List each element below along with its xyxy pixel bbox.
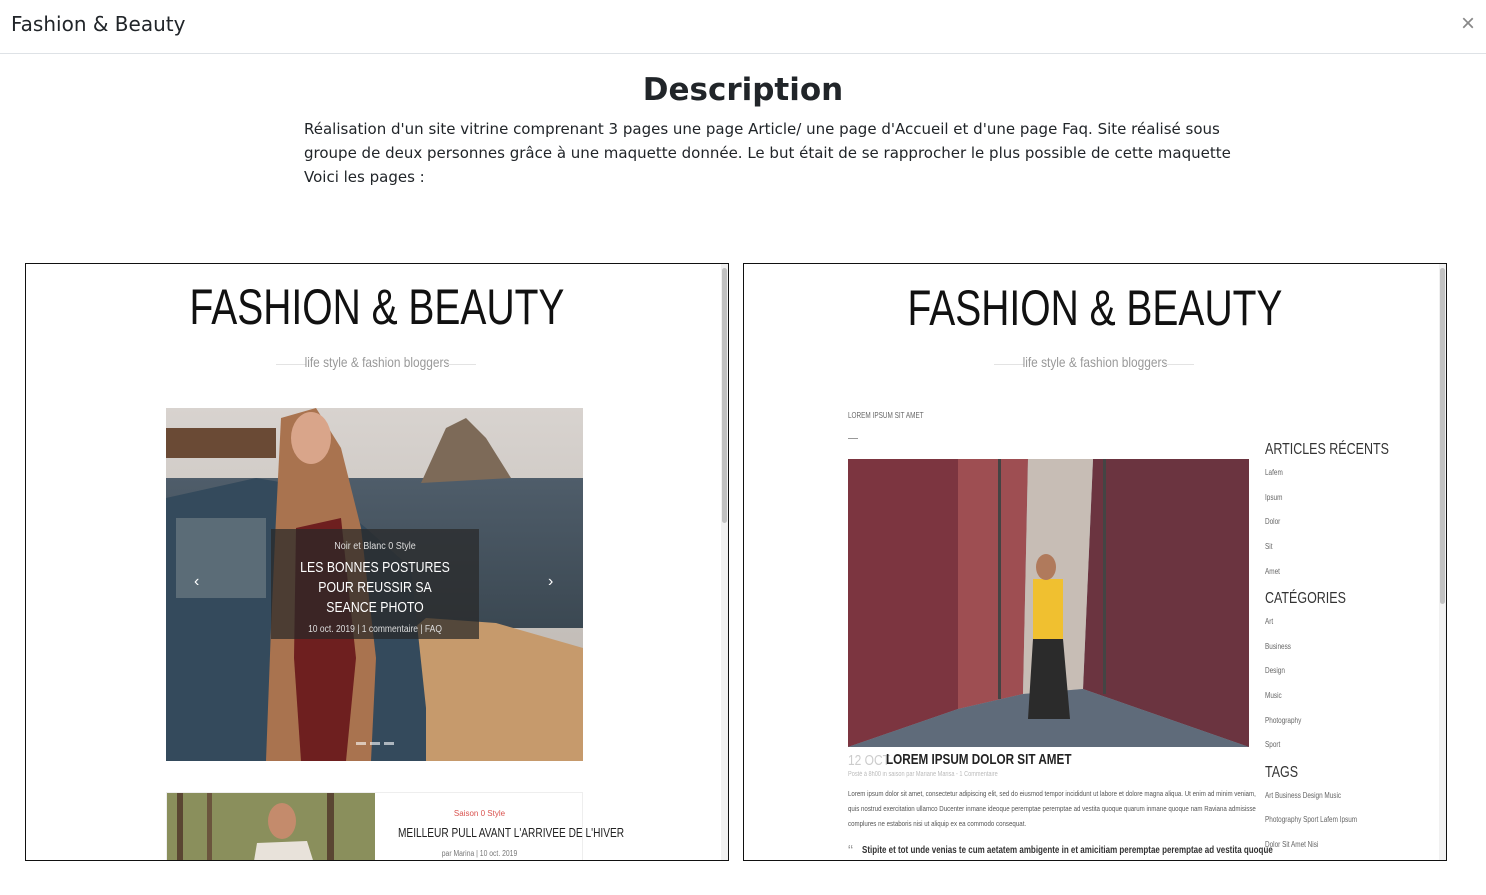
sidebar-recent-item[interactable]: Sit xyxy=(1265,542,1272,551)
article-tagline: life style & fashion bloggers xyxy=(1022,354,1168,370)
post-date: 12 OCT xyxy=(848,752,891,769)
sidebar-recent-heading: ARTICLES RÉCENTS xyxy=(1265,441,1389,458)
sidebar-recent-item[interactable]: Dolor xyxy=(1265,517,1280,526)
card-image xyxy=(167,793,375,860)
sidebar-category-item[interactable]: Photography xyxy=(1265,716,1301,725)
article-brand-logo: FASHION & BEAUTY xyxy=(907,280,1283,336)
card-title: MEILLEUR PULL AVANT L'ARRIVEE DE L'HIVER xyxy=(397,825,625,840)
sidebar-category-item[interactable]: Design xyxy=(1265,666,1285,675)
sidebar-category-item[interactable]: Sport xyxy=(1265,740,1280,749)
slider-dot[interactable] xyxy=(370,742,380,745)
article-hero-image xyxy=(848,459,1249,747)
home-scrollbar[interactable] xyxy=(721,264,728,860)
breadcrumb-rule xyxy=(848,438,858,439)
sidebar-tags-line[interactable]: Photography Sport Lafem Ipsum xyxy=(1265,815,1357,824)
sidebar-tags-line[interactable]: Art Business Design Music xyxy=(1265,791,1341,800)
description-line-3: Voici les pages : xyxy=(304,168,425,186)
post-quote: Stipite et tot unde venias te cum aetate… xyxy=(862,845,1273,856)
modal-title: Fashion & Beauty xyxy=(11,12,186,36)
sidebar-category-item[interactable]: Music xyxy=(1265,691,1282,700)
slider-next-icon[interactable]: › xyxy=(548,573,553,591)
article-scrollbar[interactable] xyxy=(1439,264,1446,860)
sidebar-recent-item[interactable]: Lafem xyxy=(1265,468,1283,477)
description-line-1: Réalisation d'un site vitrine comprenant… xyxy=(304,120,1220,138)
home-brand-logo: FASHION & BEAUTY xyxy=(189,279,565,335)
sidebar-tags-line[interactable]: Dolor Sit Amet Nisi xyxy=(1265,840,1318,849)
article-breadcrumb: LOREM IPSUM SIT AMET xyxy=(848,411,924,420)
slide-title-line-2: SEANCE PHOTO xyxy=(326,599,424,616)
home-page-screenshot[interactable]: FASHION & BEAUTY life style & fashion bl… xyxy=(25,263,729,861)
sidebar-category-item[interactable]: Business xyxy=(1265,642,1291,651)
post-title: LOREM IPSUM DOLOR SIT AMET xyxy=(886,751,1072,768)
sidebar-category-item[interactable]: Art xyxy=(1265,617,1273,626)
close-button[interactable]: × xyxy=(1458,10,1478,38)
slide-title-line-1: LES BONNES POSTURES POUR REUSSIR SA xyxy=(300,559,450,596)
card-category: Saison 0 Style xyxy=(453,809,506,818)
home-scroll-thumb[interactable] xyxy=(722,268,727,523)
description-heading: Description xyxy=(642,72,844,108)
post-meta: Posté à 8h00 in saison par Mariane Maris… xyxy=(848,771,998,778)
home-tagline: life style & fashion bloggers xyxy=(304,354,450,370)
post-body-line-3: complures ne estaboris nisi ut aliquip e… xyxy=(848,819,1027,828)
description-line-2: groupe de deux personnes grâce à une maq… xyxy=(304,144,1231,162)
sidebar-recent-item[interactable]: Amet xyxy=(1265,567,1280,576)
article-page-screenshot[interactable]: FASHION & BEAUTY life style & fashion bl… xyxy=(743,263,1447,861)
home-slider[interactable]: Noir et Blanc 0 Style LES BONNES POSTURE… xyxy=(166,408,583,761)
tagline-rule-right xyxy=(446,364,476,365)
home-article-card[interactable]: Saison 0 Style MEILLEUR PULL AVANT L'ARR… xyxy=(166,792,625,860)
article-scroll-thumb[interactable] xyxy=(1440,268,1445,604)
quote-icon: “ xyxy=(848,842,853,859)
sidebar-recent-item[interactable]: Ipsum xyxy=(1265,493,1282,502)
slider-prev-icon[interactable]: ‹ xyxy=(194,573,199,591)
post-body-line-1: Lorem ipsum dolor sit amet, consectetur … xyxy=(848,789,1256,798)
slide-meta: 10 oct. 2019 | 1 commentaire | FAQ xyxy=(308,624,442,635)
slider-dot[interactable] xyxy=(356,742,366,745)
sidebar-categories-heading: CATÉGORIES xyxy=(1265,590,1346,607)
post-body-line-2: quis nostrud exercitation ullamco Ducent… xyxy=(848,804,1256,813)
slide-caption[interactable]: Noir et Blanc 0 Style LES BONNES POSTURE… xyxy=(271,529,479,639)
modal-header: Fashion & Beauty × xyxy=(0,0,1486,54)
slider-indicators[interactable] xyxy=(356,742,394,745)
sidebar-tags-heading: TAGS xyxy=(1265,764,1299,781)
slide-category: Noir et Blanc 0 Style xyxy=(334,541,416,552)
card-meta: par Marina | 10 oct. 2019 xyxy=(441,849,518,858)
slider-dot[interactable] xyxy=(384,742,394,745)
tagline-rule-right xyxy=(1164,364,1194,365)
